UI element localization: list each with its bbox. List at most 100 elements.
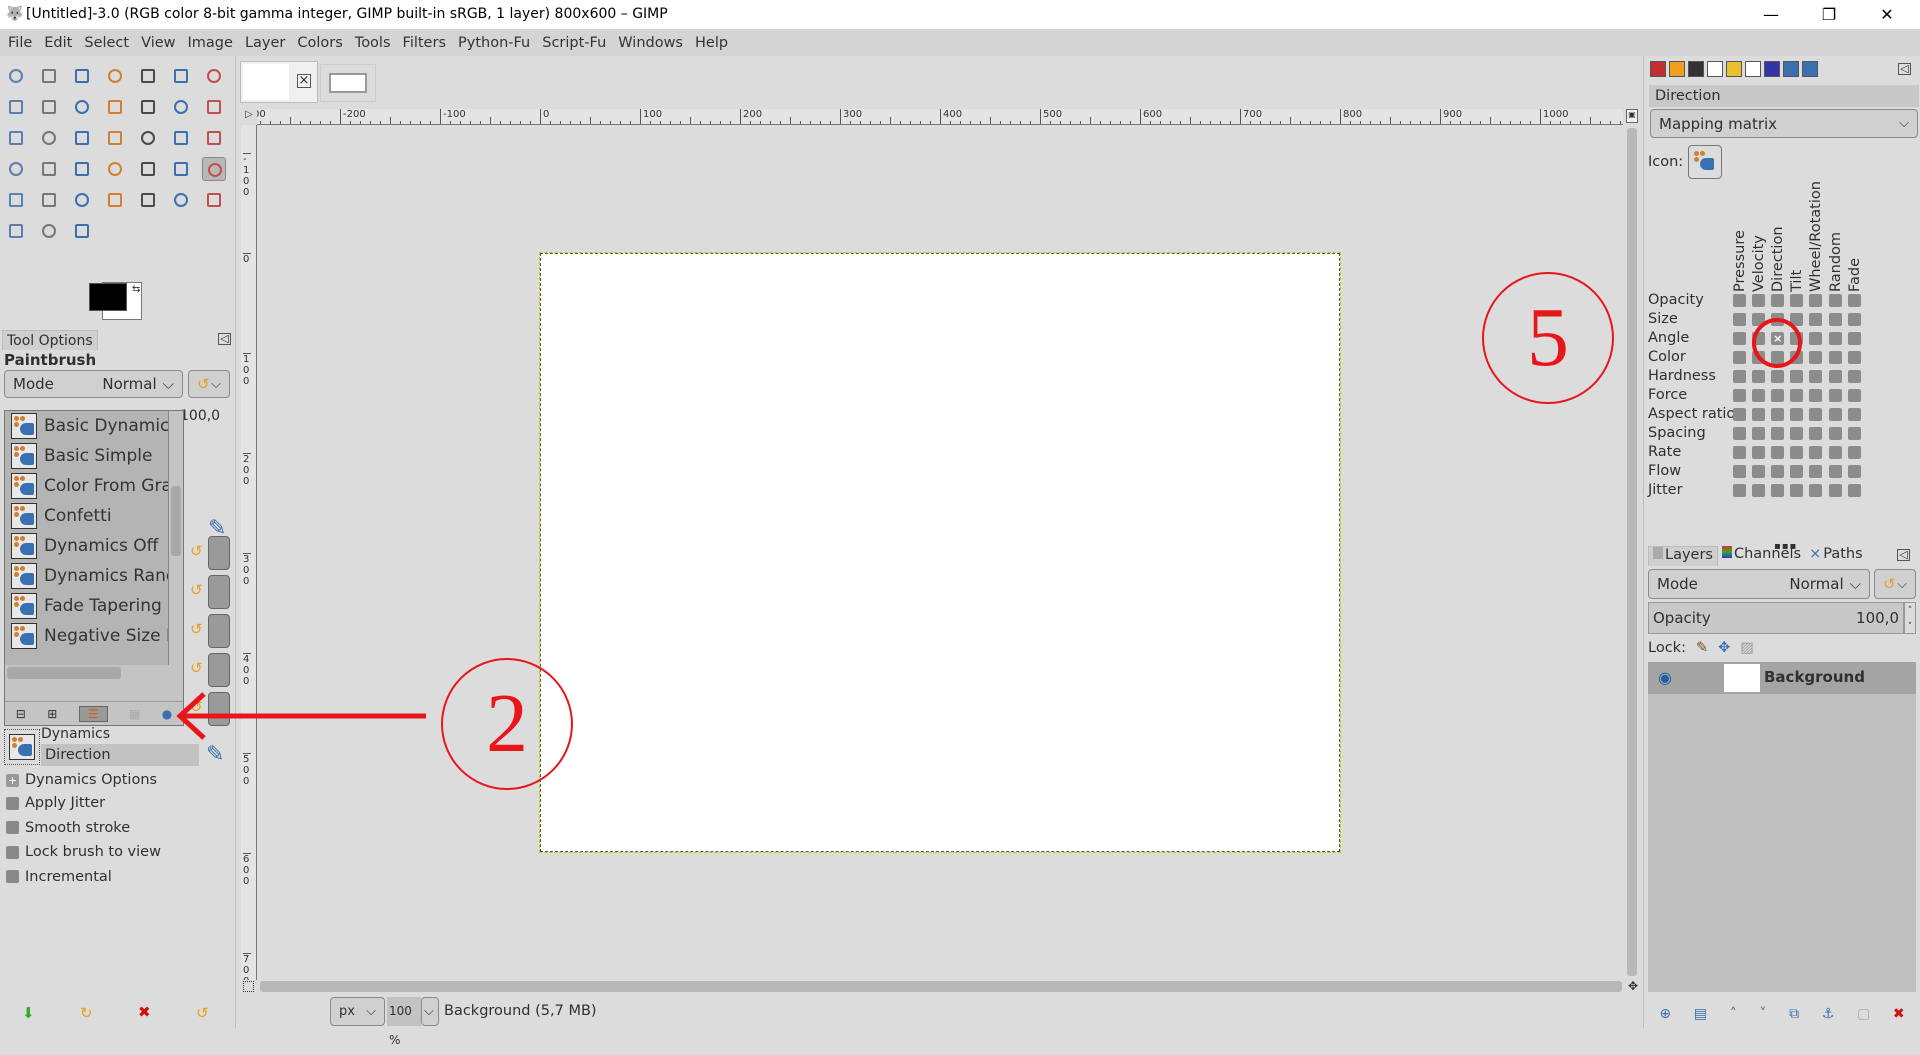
new-group-icon[interactable]: ▤ [1694,1006,1707,1022]
chain-button[interactable] [208,536,230,570]
mapping-checkbox[interactable] [1809,294,1823,307]
navigate-icon[interactable] [243,981,254,992]
ink-tool-icon[interactable] [70,188,94,212]
mapping-checkbox[interactable] [1771,370,1785,383]
panel-menu-icon[interactable]: ◁ [1898,63,1911,75]
menu-filters[interactable]: Filters [397,35,452,51]
mapping-checkbox[interactable] [1809,484,1823,497]
mapping-checkbox[interactable] [1809,351,1823,364]
text-tool-icon[interactable] [70,157,94,181]
dynamics-list-item[interactable]: Color From Gra [11,471,168,501]
menu-help[interactable]: Help [689,35,734,51]
layer-mode-dropdown[interactable]: Mode Normal ⌵ [1648,569,1870,599]
mapping-checkbox[interactable] [1771,294,1785,307]
navigate-image-icon[interactable]: ✥ [1628,979,1638,993]
paintbrush-tool-icon[interactable] [202,157,226,181]
menu-windows[interactable]: Windows [612,35,689,51]
layer-row[interactable]: ◉ Background [1648,662,1916,694]
resource-tab-icon[interactable] [1802,61,1818,77]
mapping-checkbox[interactable] [1752,408,1766,421]
maximize-button[interactable]: ❐ [1800,0,1858,29]
mapping-checkbox[interactable] [1733,389,1746,402]
perspective-clone-tool-icon[interactable] [202,188,226,212]
tab-layers[interactable]: Layers [1648,546,1718,566]
dodge-burn-tool-icon[interactable] [70,219,94,243]
resource-tab-icon[interactable] [1688,61,1704,77]
edit-dynamics-icon[interactable]: ✎ [206,742,224,767]
restore-options-icon[interactable]: ↻ [80,1004,93,1022]
menu-select[interactable]: Select [78,35,135,51]
mapping-checkbox[interactable] [1771,484,1785,497]
tab-channels[interactable]: Channels [1718,546,1805,566]
free-select-tool-icon[interactable] [70,64,94,88]
crop-tool-icon[interactable] [202,95,226,119]
checkbox-apply-jitter[interactable]: Apply Jitter [6,795,105,811]
mapping-checkbox[interactable] [1733,351,1746,364]
reset-mode-button[interactable]: ↺ ⌵ [1874,569,1916,599]
chain-button[interactable] [208,614,230,648]
grow-icon[interactable]: ⊞ [47,707,57,721]
zoom-dropdown[interactable]: ⌵ [421,997,439,1026]
mapping-checkbox[interactable] [1771,465,1785,478]
clone-tool-icon[interactable] [136,188,160,212]
dynamics-list-item[interactable]: Dynamics Off [11,531,158,561]
mapping-checkbox[interactable] [1828,370,1842,383]
dynamics-value[interactable]: Direction [41,744,199,766]
checkbox-lock-brush-to-view[interactable]: Lock brush to view [6,844,161,860]
mapping-checkbox[interactable] [1847,313,1861,326]
menu-colors[interactable]: Colors [291,35,348,51]
raise-layer-icon[interactable]: ˄ [1730,1006,1737,1022]
mapping-checkbox[interactable] [1752,427,1766,440]
scale-tool-icon[interactable] [70,126,94,150]
layer-opacity-input[interactable]: Opacity 100,0 [1648,602,1904,634]
shrink-icon[interactable]: ⊟ [16,707,26,721]
mask-icon[interactable]: ▢ [1857,1006,1870,1022]
mapping-checkbox[interactable] [1771,427,1785,440]
mapping-checkbox[interactable] [1828,313,1842,326]
checkbox-smooth-stroke[interactable]: Smooth stroke [6,820,130,836]
dynamics-list-item[interactable]: Dynamics Rand [11,561,168,591]
resource-tab-icon[interactable] [1783,61,1799,77]
mapping-checkbox[interactable] [1828,332,1842,345]
dynamics-list[interactable]: Basic Dynamics Basic Simple Color From Gra… [5,411,169,665]
warp-transform-tool-icon[interactable] [37,157,61,181]
heal-tool-icon[interactable] [169,188,193,212]
rect-select-tool-icon[interactable] [4,64,28,88]
mapping-checkbox[interactable] [1790,294,1804,307]
mapping-checkbox[interactable] [1771,408,1785,421]
save-options-icon[interactable]: ⬇ [22,1004,35,1022]
horizontal-scrollbar[interactable] [7,667,121,679]
move-tool-icon[interactable] [136,95,160,119]
mapping-checkbox[interactable] [1809,389,1823,402]
image-canvas[interactable] [539,252,1341,853]
resource-tab-icon[interactable] [1669,61,1685,77]
mode-dropdown[interactable]: Mode Normal ⌵ [4,370,183,398]
mapping-checkbox[interactable] [1752,446,1766,459]
opacity-spinner[interactable]: ˄ ˅ [1904,602,1916,634]
resource-tab-icon[interactable] [1707,61,1723,77]
mapping-checkbox[interactable] [1828,408,1842,421]
menu-image[interactable]: Image [182,35,239,51]
color-picker-tool-icon[interactable] [37,95,61,119]
mapping-checkbox[interactable] [1790,370,1804,383]
mapping-checkbox[interactable] [1828,294,1842,307]
mapping-checkbox[interactable] [1771,446,1785,459]
mapping-checkbox[interactable] [1809,427,1823,440]
airbrush-tool-icon[interactable] [37,188,61,212]
mapping-checkbox[interactable] [1847,351,1861,364]
image-tab-active[interactable]: × [240,61,318,103]
lock-alpha-icon[interactable]: ▨ [1740,640,1754,656]
scissors-tool-icon[interactable] [169,64,193,88]
mapping-checkbox[interactable] [1847,465,1861,478]
mapping-checkbox[interactable] [1828,484,1842,497]
align-tool-icon[interactable] [169,95,193,119]
zoom-tool-icon[interactable] [70,95,94,119]
mapping-checkbox[interactable] [1809,370,1823,383]
mapping-checkbox[interactable] [1828,446,1842,459]
minimize-button[interactable]: — [1742,0,1800,29]
mapping-checkbox[interactable] [1828,427,1842,440]
mapping-checkbox[interactable] [1809,465,1823,478]
mypaint-brush-tool-icon[interactable] [103,188,127,212]
mapping-checkbox[interactable] [1733,427,1746,440]
pencil-tool-icon[interactable] [169,157,193,181]
